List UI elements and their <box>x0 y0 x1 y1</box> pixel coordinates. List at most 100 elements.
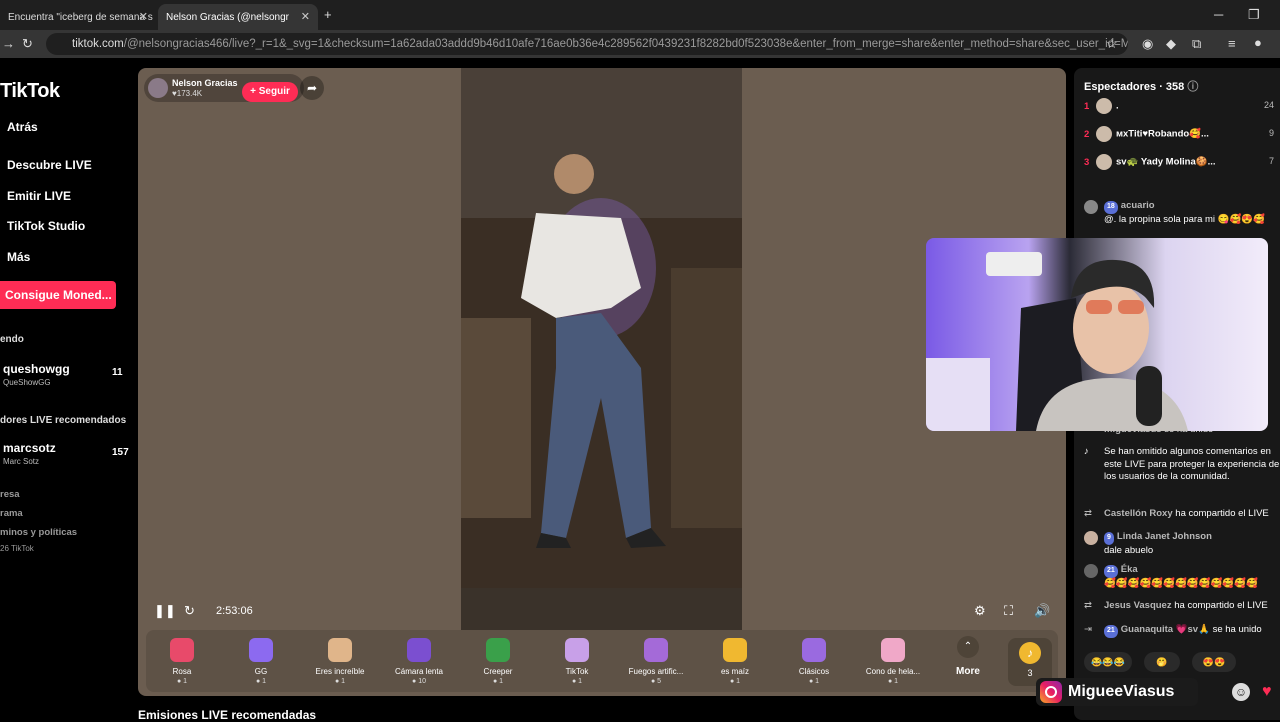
settings-gear-icon[interactable]: ⚙ <box>974 603 986 619</box>
extension-icon[interactable]: ◆ <box>1166 36 1176 52</box>
nav-back[interactable]: Atrás <box>7 120 38 134</box>
top-viewer[interactable]: 2 мxTiti♥Robando🥰... 9 <box>1084 126 1280 146</box>
chat-text: @. la propina sola para mi 😋🥰😍🥰 <box>1104 213 1265 225</box>
gift-tiktok[interactable]: TikTok ● 1 <box>541 630 613 685</box>
host-name[interactable]: Nelson Gracias <box>172 78 238 88</box>
level-badge: 21 <box>1104 625 1118 638</box>
chat-username[interactable]: Éka <box>1121 564 1138 575</box>
viewer-count: 157 <box>112 447 129 458</box>
gift-camara-lenta[interactable]: Cámara lenta ● 10 <box>383 630 455 685</box>
footer-link[interactable]: rama <box>0 508 23 519</box>
account-name: queshowgg <box>3 362 70 376</box>
volume-icon[interactable]: 🔊 <box>1034 603 1050 619</box>
footer-link[interactable]: resa <box>0 489 20 500</box>
gift-gg[interactable]: GG ● 1 <box>225 630 297 685</box>
instagram-handle-overlay: MigueeViasus <box>1036 678 1198 706</box>
chat-message[interactable]: 9 Linda Janet Johnson dale abuelo <box>1084 531 1280 557</box>
footer-link[interactable]: minos y políticas <box>0 527 77 538</box>
gift-name: GG <box>254 667 268 676</box>
gift-cono-de-helado[interactable]: Cono de hela... ● 1 <box>857 630 929 685</box>
fullscreen-icon[interactable]: ⛶ <box>1004 603 1013 619</box>
tiktok-logo[interactable]: TikTok <box>0 80 60 103</box>
host-avatar[interactable] <box>148 78 168 98</box>
chevron-up-icon: ⌃ <box>957 636 979 658</box>
gift-fuegos-artificiales[interactable]: Fuegos artific... ● 5 <box>620 630 692 685</box>
close-icon[interactable]: ✕ <box>301 10 310 23</box>
following-account[interactable]: queshowgg QueShowGG <box>3 362 70 387</box>
instagram-icon <box>1040 681 1062 703</box>
viewer-name: мxTiti♥Robando🥰... <box>1116 128 1209 140</box>
slow-motion-icon <box>407 638 431 662</box>
top-viewer[interactable]: 3 sv🐢 Yady Molina🍪... 7 <box>1084 154 1280 174</box>
viewer-name: sv🐢 Yady Molina🍪... <box>1116 156 1216 168</box>
refresh-icon[interactable]: ↻ <box>184 603 195 619</box>
bookmark-star-icon[interactable]: ☆ <box>1106 36 1118 52</box>
chat-message[interactable]: 21 Éka 🥰🥰🥰🥰🥰🥰🥰🥰🥰🥰🥰🥰🥰 <box>1084 564 1280 590</box>
gift-price-value: 1 <box>815 678 820 685</box>
tab-title: Nelson Gracias (@nelsongr <box>166 11 289 23</box>
reaction-button[interactable]: 🤭 <box>1144 652 1180 672</box>
share-icon[interactable]: ➦ <box>300 76 324 100</box>
url-input[interactable]: tiktok.com/@nelsongracias466/live?_r=1&_… <box>46 33 1128 55</box>
gift-price: ● 5 <box>650 678 662 685</box>
gift-name: Fuegos artific... <box>628 667 684 676</box>
nav-more[interactable]: Más <box>7 250 30 264</box>
get-coins-button[interactable]: Consigue Moned... <box>0 281 116 309</box>
gift-es-maiz[interactable]: es maíz ● 1 <box>699 630 771 685</box>
reaction-button[interactable]: 😂😂😂 <box>1084 652 1132 672</box>
emoji-icon[interactable]: ☺ <box>1232 683 1250 701</box>
chat-username[interactable]: Linda Janet Johnson <box>1117 531 1212 542</box>
chat-username[interactable]: Castellón Roxy <box>1104 508 1173 519</box>
browser-tab-2[interactable]: Nelson Gracias (@nelsongr ✕ <box>158 4 318 30</box>
gift-price-value: 1 <box>736 678 741 685</box>
nav-tiktok-studio[interactable]: TikTok Studio <box>7 219 85 233</box>
chat-username[interactable]: Jesus Vasquez <box>1104 600 1172 611</box>
maximize-icon[interactable]: ❐ <box>1248 7 1260 23</box>
browser-tab-bar: Encuentra "iceberg de semana s ✕ Nelson … <box>0 0 1280 30</box>
chat-text: dale abuelo <box>1104 544 1154 556</box>
browser-tab-1[interactable]: Encuentra "iceberg de semana s ✕ <box>0 4 156 30</box>
gift-bar: Rosa ● 1 GG ● 1 Eres increíble ● 1 Cámar… <box>146 630 1058 692</box>
gift-price: ● 1 <box>334 678 346 685</box>
host-card[interactable]: Nelson Gracias ♥173.4K + Seguir <box>144 74 304 102</box>
minimize-icon[interactable]: ─ <box>1214 7 1223 22</box>
pause-icon[interactable]: ❚❚ <box>154 603 176 619</box>
share-icon: ⇄ <box>1084 508 1092 519</box>
share-message[interactable]: ⇄ Castellón Roxy ha compartido el LIVE <box>1084 508 1280 521</box>
reload-icon[interactable]: ↻ <box>22 36 33 52</box>
media-icon[interactable]: ≡ <box>1228 36 1236 51</box>
heart-icon[interactable]: ♥ <box>1262 683 1280 701</box>
chat-username[interactable]: Guanaquita 💗sv🙏 <box>1121 624 1210 635</box>
follow-button[interactable]: + Seguir <box>242 82 298 102</box>
more-gifts-button[interactable]: ⌃ More <box>946 636 990 677</box>
viewer-name: . <box>1116 100 1119 112</box>
gift-eres-increible[interactable]: Eres increíble ● 1 <box>304 630 376 685</box>
nav-discover-live[interactable]: Descubre LIVE <box>7 158 92 172</box>
gift-price: ● 1 <box>255 678 267 685</box>
chat-username[interactable]: acuario <box>1121 200 1155 211</box>
info-icon[interactable]: ⓘ <box>1187 81 1198 93</box>
live-video[interactable] <box>461 68 742 630</box>
chat-message[interactable]: 18 acuario @. la propina sola para mi 😋🥰😍🥰 <box>1084 200 1280 226</box>
gift-rosa[interactable]: Rosa ● 1 <box>146 630 218 685</box>
url-path: /@nelsongracias466/live?_r=1&_svg=1&chec… <box>123 38 1128 50</box>
join-message[interactable]: ⇥ 21 Guanaquita 💗sv🙏 se ha unido <box>1084 624 1280 638</box>
forward-icon[interactable]: → <box>2 36 15 51</box>
recommended-heading: dores LIVE recomendados <box>0 415 127 426</box>
top-viewer[interactable]: 1. 24 <box>1084 98 1280 118</box>
share-message[interactable]: ⇄ Jesus Vasquez ha compartido el LIVE <box>1084 600 1280 613</box>
gift-name: Clásicos <box>798 667 830 676</box>
extension-icon[interactable]: ◉ <box>1142 36 1153 52</box>
reaction-button[interactable]: 😍😍 <box>1192 652 1236 672</box>
system-message: ♪ Se han omitido algunos comentarios en e… <box>1084 446 1280 484</box>
gift-clasicos[interactable]: Clásicos ● 1 <box>778 630 850 685</box>
extensions-puzzle-icon[interactable]: ⧉ <box>1192 36 1201 52</box>
avatar <box>1084 531 1098 545</box>
profile-avatar[interactable]: ● <box>1254 35 1262 50</box>
viewer-rank: 3 <box>1084 156 1090 168</box>
close-icon[interactable]: ✕ <box>139 10 148 23</box>
recommended-account[interactable]: marcsotz Marc Sotz <box>3 441 56 466</box>
new-tab-button[interactable]: + <box>324 7 332 22</box>
nav-go-live[interactable]: Emitir LIVE <box>7 189 71 203</box>
gift-creeper[interactable]: Creeper ● 1 <box>462 630 534 685</box>
